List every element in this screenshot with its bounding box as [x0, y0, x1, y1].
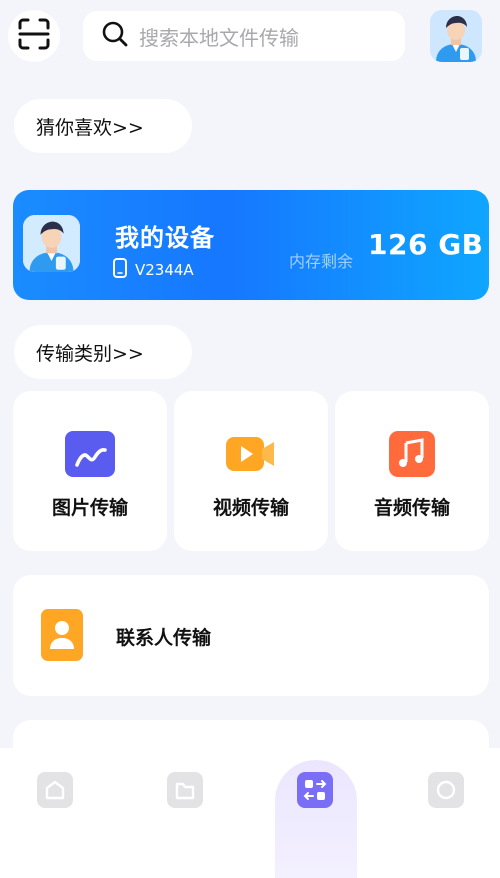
device-name: 我的设备	[115, 224, 215, 252]
search-placeholder: 搜索本地文件传输	[139, 25, 299, 50]
storage-value: 126 GB	[368, 228, 484, 261]
search-icon	[101, 20, 129, 52]
scan-icon	[17, 17, 51, 55]
video-icon	[226, 431, 276, 477]
music-icon	[387, 431, 437, 477]
image-transfer-label: 图片传输	[51, 497, 128, 519]
device-model: V2344A	[113, 258, 194, 282]
my-device-card[interactable]: 我的设备 V2344A 内存剩余 126 GB	[13, 190, 489, 300]
bottom-tab-bar	[0, 748, 500, 878]
avatar[interactable]	[430, 10, 482, 62]
image-transfer-card[interactable]: 图片传输	[13, 391, 167, 551]
video-transfer-card[interactable]: 视频传输	[174, 391, 328, 551]
folder-icon[interactable]	[167, 772, 203, 808]
video-transfer-label: 视频传输	[212, 497, 289, 519]
contact-transfer-card[interactable]: 联系人传输	[13, 575, 489, 696]
scan-button[interactable]	[8, 10, 60, 62]
device-avatar	[23, 215, 80, 272]
profile-icon[interactable]	[428, 772, 464, 808]
device-model-text: V2344A	[135, 261, 194, 279]
contact-transfer-label: 联系人传输	[116, 627, 212, 649]
audio-transfer-card[interactable]: 音频传输	[335, 391, 489, 551]
audio-transfer-label: 音频传输	[373, 497, 450, 519]
home-icon[interactable]	[37, 772, 73, 808]
guess-section-title[interactable]: 猜你喜欢>>	[14, 99, 192, 153]
category-section-title[interactable]: 传输类别>>	[14, 325, 192, 379]
storage-label: 内存剩余	[289, 252, 354, 271]
phone-icon	[113, 258, 127, 282]
search-input[interactable]: 搜索本地文件传输	[83, 11, 405, 61]
image-icon	[65, 431, 115, 477]
transfer-icon[interactable]	[297, 772, 333, 808]
contact-icon	[41, 609, 83, 661]
